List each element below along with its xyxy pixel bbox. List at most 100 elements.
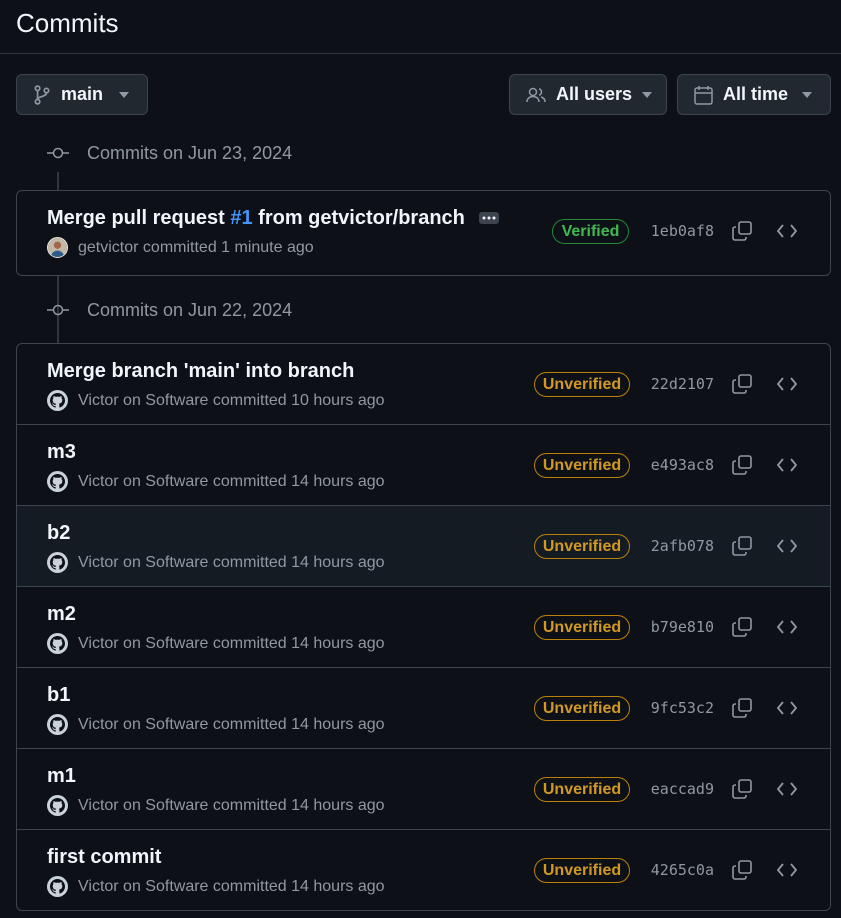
commit-meta: Victor on Software committed 10 hours ag…	[47, 390, 385, 411]
commit-group-date: Commits on Jun 23, 2024	[87, 142, 293, 163]
copy-icon[interactable]	[731, 697, 753, 719]
code-icon[interactable]	[776, 778, 798, 800]
commit-title[interactable]: Merge pull request #1 from getvictor/bra…	[47, 207, 499, 230]
commit-sha[interactable]: b79e810	[651, 618, 714, 636]
triangle-down-icon	[119, 91, 129, 98]
git-branch-icon	[33, 84, 51, 105]
commit-row: Merge branch 'main' into branch Victor o…	[17, 344, 830, 425]
copy-icon[interactable]	[731, 535, 753, 557]
commit-time: committed 10 hours ago	[208, 391, 385, 409]
unverified-badge[interactable]: Unverified	[534, 372, 630, 397]
commit-author[interactable]: getvictor	[78, 239, 138, 257]
commit-author[interactable]: Victor on Software	[78, 797, 208, 815]
pull-request-link[interactable]: #1	[230, 207, 252, 229]
code-icon[interactable]	[776, 616, 798, 638]
commit-title-text: m3	[47, 441, 76, 463]
copy-icon[interactable]	[731, 616, 753, 638]
unverified-badge[interactable]: Unverified	[534, 615, 630, 640]
commit-title[interactable]: b1	[47, 684, 70, 707]
copy-icon[interactable]	[731, 859, 753, 881]
commit-row: b1 Victor on Software committed 14 hours…	[17, 668, 830, 749]
avatar[interactable]	[47, 237, 68, 258]
users-filter-button[interactable]: All users	[509, 74, 667, 115]
branch-selector-button[interactable]: main	[16, 74, 148, 115]
commit-title-text: first commit	[47, 846, 162, 868]
commit-row: first commit Victor on Software committe…	[17, 830, 830, 910]
commit-title[interactable]: m2	[47, 603, 76, 626]
commit-title[interactable]: m1	[47, 765, 76, 788]
avatar[interactable]	[47, 876, 68, 897]
toolbar: main All users All time	[16, 74, 831, 115]
commit-meta: Victor on Software committed 14 hours ag…	[47, 795, 385, 816]
commit-list: Merge branch 'main' into branch Victor o…	[16, 343, 831, 911]
commit-title[interactable]: first commit	[47, 846, 161, 869]
unverified-badge[interactable]: Unverified	[534, 777, 630, 802]
commit-sha[interactable]: e493ac8	[651, 456, 714, 474]
time-filter-button[interactable]: All time	[677, 74, 831, 115]
copy-icon[interactable]	[731, 373, 753, 395]
calendar-icon	[694, 85, 713, 105]
commit-title-prefix: Merge pull request	[47, 207, 231, 229]
commit-time: committed 14 hours ago	[208, 877, 385, 895]
commit-author[interactable]: Victor on Software	[78, 554, 208, 572]
commit-author[interactable]: Victor on Software	[78, 878, 208, 896]
commit-sha[interactable]: 9fc53c2	[651, 699, 714, 717]
avatar[interactable]	[47, 795, 68, 816]
commit-author[interactable]: Victor on Software	[78, 635, 208, 653]
commit-author[interactable]: Victor on Software	[78, 392, 208, 410]
verified-badge[interactable]: Verified	[552, 219, 629, 244]
code-icon[interactable]	[776, 697, 798, 719]
code-icon[interactable]	[776, 220, 798, 242]
commit-author[interactable]: Victor on Software	[78, 473, 208, 491]
commit-author[interactable]: Victor on Software	[78, 716, 208, 734]
avatar[interactable]	[47, 390, 68, 411]
copy-icon[interactable]	[731, 778, 753, 800]
users-label: All users	[556, 84, 633, 104]
code-icon[interactable]	[776, 454, 798, 476]
commit-sha[interactable]: 22d2107	[651, 375, 714, 393]
commit-title-suffix: from getvictor/branch	[252, 207, 465, 229]
time-label: All time	[723, 84, 789, 104]
commit-meta: getvictor committed 1 minute ago	[47, 237, 314, 258]
commit-time: committed 1 minute ago	[138, 238, 314, 256]
git-commit-icon	[47, 146, 69, 160]
commit-time: committed 14 hours ago	[208, 553, 385, 571]
code-icon[interactable]	[776, 373, 798, 395]
code-icon[interactable]	[776, 535, 798, 557]
commit-title-text: m2	[47, 603, 76, 625]
commit-row: m2 Victor on Software committed 14 hours…	[17, 587, 830, 668]
commit-group-date: Commits on Jun 22, 2024	[87, 299, 293, 320]
commit-meta: Victor on Software committed 14 hours ag…	[47, 714, 385, 735]
commit-row: m3 Victor on Software committed 14 hours…	[17, 425, 830, 506]
commit-title[interactable]: b2	[47, 522, 70, 545]
commit-title[interactable]: Merge branch 'main' into branch	[47, 360, 354, 383]
commit-title-text: m1	[47, 765, 76, 787]
commit-sha[interactable]: eaccad9	[651, 780, 714, 798]
branch-label: main	[61, 84, 104, 104]
commit-meta: Victor on Software committed 14 hours ag…	[47, 471, 385, 492]
triangle-down-icon	[802, 91, 812, 98]
commit-title-text: b1	[47, 684, 71, 706]
commit-sha[interactable]: 4265c0a	[651, 861, 714, 879]
commit-title-text: b2	[47, 522, 71, 544]
unverified-badge[interactable]: Unverified	[534, 696, 630, 721]
copy-icon[interactable]	[731, 220, 753, 242]
unverified-badge[interactable]: Unverified	[534, 453, 630, 478]
unverified-badge[interactable]: Unverified	[534, 534, 630, 559]
commit-group-heading: Commits on Jun 22, 2024	[0, 290, 841, 330]
avatar[interactable]	[47, 633, 68, 654]
commit-sha[interactable]: 2afb078	[651, 537, 714, 555]
commit-meta: Victor on Software committed 14 hours ag…	[47, 552, 385, 573]
commit-sha[interactable]: 1eb0af8	[651, 222, 714, 240]
commit-group-heading: Commits on Jun 23, 2024	[0, 133, 841, 173]
git-commit-icon	[47, 303, 69, 317]
code-icon[interactable]	[776, 859, 798, 881]
copy-icon[interactable]	[731, 454, 753, 476]
avatar[interactable]	[47, 714, 68, 735]
commit-title[interactable]: m3	[47, 441, 76, 464]
avatar[interactable]	[47, 552, 68, 573]
kebab-horizontal-icon[interactable]	[478, 212, 499, 224]
avatar[interactable]	[47, 471, 68, 492]
unverified-badge[interactable]: Unverified	[534, 858, 630, 883]
people-icon	[526, 86, 546, 104]
